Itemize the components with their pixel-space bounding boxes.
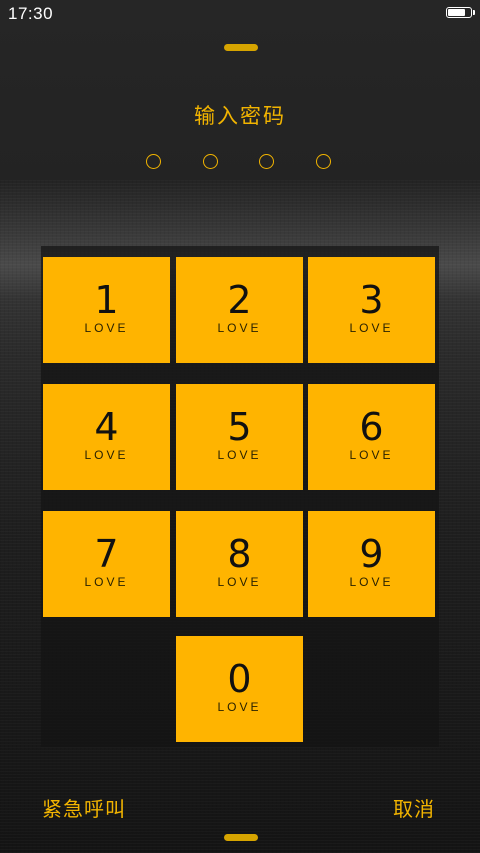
key-2[interactable]: 2 LOVE [176,257,303,363]
key-sublabel: LOVE [84,321,129,335]
top-drag-handle[interactable] [224,44,258,51]
key-sublabel: LOVE [349,575,394,589]
key-0[interactable]: 0 LOVE [176,636,303,742]
key-sublabel: LOVE [217,575,262,589]
key-1[interactable]: 1 LOVE [43,257,170,363]
bottom-drag-handle[interactable] [224,834,258,841]
enter-password-title: 输入密码 [194,104,286,128]
key-digit: 8 [227,532,252,576]
key-sublabel: LOVE [217,700,262,714]
key-4[interactable]: 4 LOVE [43,384,170,490]
key-sublabel: LOVE [217,321,262,335]
key-digit: 9 [359,532,384,576]
pin-dot [203,154,218,169]
battery-icon [446,7,475,18]
key-digit: 7 [94,532,119,576]
key-digit: 2 [227,278,252,322]
cancel-button[interactable]: 取消 [393,793,435,822]
key-7[interactable]: 7 LOVE [43,511,170,617]
key-digit: 3 [359,278,384,322]
pin-dot [316,154,331,169]
battery-level-fill [448,9,465,16]
key-sublabel: LOVE [217,448,262,462]
key-digit: 4 [94,405,119,449]
pin-indicator [146,154,336,174]
status-bar: 17:30 [0,0,480,28]
key-6[interactable]: 6 LOVE [308,384,435,490]
key-sublabel: LOVE [349,448,394,462]
key-5[interactable]: 5 LOVE [176,384,303,490]
key-sublabel: LOVE [84,575,129,589]
key-digit: 0 [227,657,252,701]
key-9[interactable]: 9 LOVE [308,511,435,617]
key-sublabel: LOVE [349,321,394,335]
key-8[interactable]: 8 LOVE [176,511,303,617]
key-digit: 1 [94,278,119,322]
pin-dot [146,154,161,169]
key-digit: 6 [359,405,384,449]
key-sublabel: LOVE [84,448,129,462]
pin-dot [259,154,274,169]
emergency-call-button[interactable]: 紧急呼叫 [42,793,126,822]
status-time: 17:30 [8,4,54,23]
key-digit: 5 [227,405,252,449]
key-3[interactable]: 3 LOVE [308,257,435,363]
